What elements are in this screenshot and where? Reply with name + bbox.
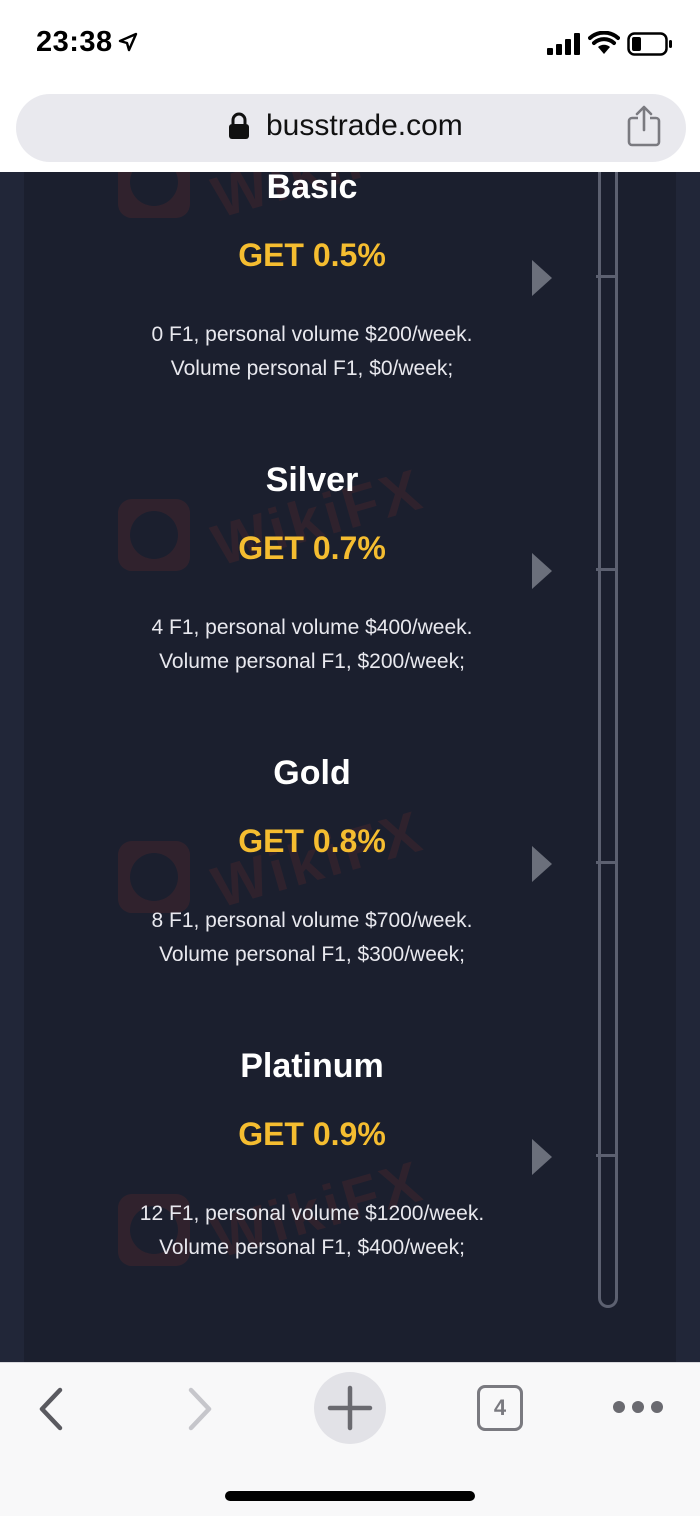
tier-requirement: Volume personal F1, $200/week; xyxy=(159,650,465,673)
back-chevron-icon[interactable] xyxy=(36,1386,66,1432)
tier-silver: Silver GET 0.7% 4 F1, personal volume $4… xyxy=(64,461,560,679)
level-pointer-icon xyxy=(532,553,552,589)
tier-gold: Gold GET 0.8% 8 F1, personal volume $700… xyxy=(64,754,560,972)
tier-name: Gold xyxy=(273,754,351,792)
level-pointer-icon xyxy=(532,846,552,882)
tabs-count-button[interactable]: 4 xyxy=(477,1385,523,1431)
tier-requirement: Volume personal F1, $400/week; xyxy=(159,1236,465,1259)
plus-icon xyxy=(327,1385,373,1431)
level-pointer-icon xyxy=(532,1139,552,1175)
tier-rate: GET 0.7% xyxy=(238,530,386,566)
tier-requirement: 8 F1, personal volume $700/week. xyxy=(151,909,473,932)
wifi-icon xyxy=(588,31,620,54)
level-marker xyxy=(596,275,618,278)
location-arrow-icon xyxy=(118,32,138,52)
status-time: 23:38 xyxy=(36,26,113,58)
tier-requirement: 12 F1, personal volume $1200/week. xyxy=(139,1202,485,1225)
level-progress-track xyxy=(598,172,618,1308)
new-tab-button[interactable] xyxy=(314,1372,386,1444)
tier-rate: GET 0.8% xyxy=(238,823,386,859)
tier-name: Platinum xyxy=(240,1047,384,1085)
battery-icon xyxy=(627,32,672,56)
cellular-signal-icon xyxy=(547,33,580,55)
tier-rate: GET 0.5% xyxy=(238,237,386,273)
tier-requirement: 0 F1, personal volume $200/week. xyxy=(151,323,473,346)
level-marker xyxy=(596,1154,618,1157)
level-marker xyxy=(596,861,618,864)
tier-name: Basic xyxy=(266,172,358,206)
tier-requirement: Volume personal F1, $0/week; xyxy=(170,357,454,380)
level-marker xyxy=(596,568,618,571)
tier-panel: WikiFX WikiFX WikiFX WikiFX Basic GET 0.… xyxy=(24,172,676,1362)
tier-platinum: Platinum GET 0.9% 12 F1, personal volume… xyxy=(64,1047,560,1265)
forward-chevron-icon[interactable] xyxy=(185,1386,215,1432)
url-text[interactable]: busstrade.com xyxy=(266,109,463,143)
status-bar: 23:38 xyxy=(0,0,700,90)
share-icon[interactable] xyxy=(626,104,662,148)
tier-name: Silver xyxy=(265,461,359,499)
tier-requirement: Volume personal F1, $300/week; xyxy=(159,943,465,966)
level-pointer-icon xyxy=(532,260,552,296)
more-options-icon[interactable] xyxy=(612,1398,664,1416)
home-indicator[interactable] xyxy=(225,1491,475,1501)
web-page: WikiFX WikiFX WikiFX WikiFX Basic GET 0.… xyxy=(0,172,700,1362)
lock-icon xyxy=(229,112,249,139)
tier-rate: GET 0.9% xyxy=(238,1116,386,1152)
tier-basic: Basic GET 0.5% 0 F1, personal volume $20… xyxy=(64,172,560,386)
tier-requirement: 4 F1, personal volume $400/week. xyxy=(151,616,473,639)
